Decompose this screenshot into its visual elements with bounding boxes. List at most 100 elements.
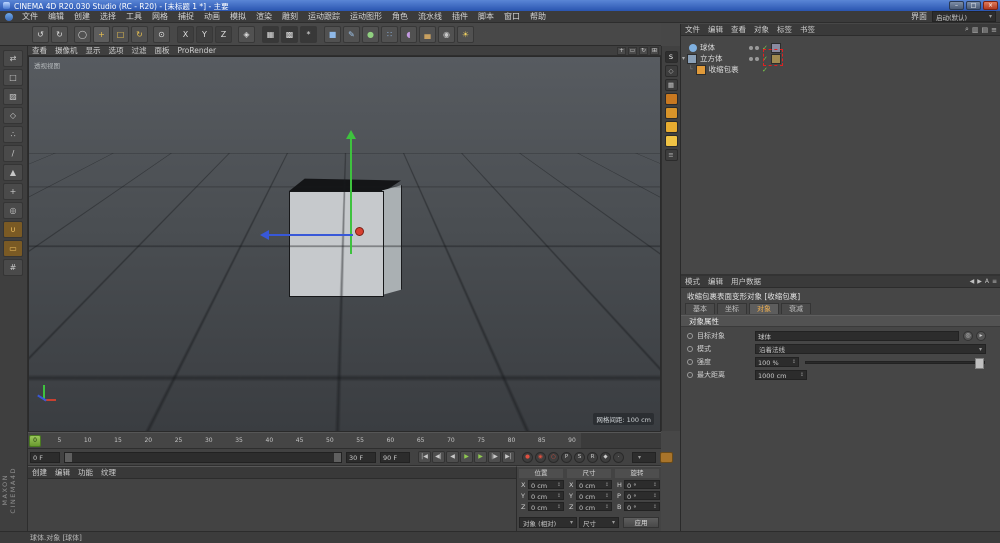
keyframe-circle-icon[interactable] <box>687 359 693 365</box>
maximize-button[interactable]: □ <box>966 1 981 10</box>
go-to-start-button[interactable]: |◀ <box>418 451 431 463</box>
y-axis-arrow[interactable] <box>350 139 352 254</box>
last-tool-used[interactable]: ⊙ <box>153 26 170 43</box>
rotation-key-toggle[interactable]: R <box>587 452 598 463</box>
layout-dropdown[interactable]: 启动(默认) ▾ <box>932 11 996 22</box>
render-picture-viewer-button[interactable]: ▩ <box>281 26 298 43</box>
keyframe-circle-icon[interactable] <box>687 346 693 352</box>
material-menu-item[interactable]: 功能 <box>74 467 97 478</box>
render-settings-button[interactable]: * <box>300 26 317 43</box>
timeline-options-icon[interactable] <box>660 452 673 463</box>
position-x-field[interactable]: 0 cm↕ <box>528 480 564 489</box>
expander-icon[interactable]: ▾ <box>682 55 685 62</box>
pen-spline-palette[interactable]: ✎ <box>343 26 360 43</box>
coordinate-system-toggle[interactable]: ◈ <box>238 26 255 43</box>
menu-item[interactable]: 帮助 <box>525 11 551 22</box>
start-frame-field[interactable]: 0 F <box>30 452 60 463</box>
pla-key-toggle[interactable]: · <box>613 452 624 463</box>
viewport-menu-item[interactable]: 面板 <box>151 45 174 56</box>
strength-field[interactable]: 100 %↕ <box>755 357 799 367</box>
assign-arrow-icon[interactable]: ▸ <box>976 331 986 341</box>
object-name[interactable]: 收缩包裹 <box>709 64 739 75</box>
rotate-tool[interactable]: ↻ <box>131 26 148 43</box>
timeline-ruler[interactable]: 051015202530354045505560657075808590 0 <box>28 432 661 449</box>
origin-handle[interactable] <box>355 227 364 236</box>
apply-button[interactable]: 应用 <box>623 517 659 528</box>
quantize-icon[interactable]: # <box>3 259 23 276</box>
previous-frame-button[interactable]: ◀ <box>446 451 459 463</box>
object-manager-menu-item[interactable]: 对象 <box>750 24 773 35</box>
layer-swatch[interactable] <box>665 93 678 105</box>
object-manager-menu-item[interactable]: 标签 <box>773 24 796 35</box>
floor-environment-palette[interactable]: ▄ <box>419 26 436 43</box>
z-axis-lock-button[interactable]: Z <box>215 26 232 43</box>
preview-range-slider[interactable] <box>64 452 342 463</box>
parameter-key-toggle[interactable]: ◆ <box>600 452 611 463</box>
object-row-cube[interactable]: ▾ 立方体 ✓ <box>681 53 1000 64</box>
tab-falloff[interactable]: 衰减 <box>781 303 811 314</box>
workplane-snap-icon[interactable]: ▭ <box>3 240 23 257</box>
side-tool-icon[interactable]: ≡ <box>665 149 678 161</box>
side-tool-icon[interactable]: ◇ <box>665 65 678 77</box>
add-cube-palette[interactable]: ■ <box>324 26 341 43</box>
texture-mode-icon[interactable]: ▨ <box>3 88 23 105</box>
layer-swatch[interactable] <box>665 135 678 147</box>
position-y-field[interactable]: 0 cm↕ <box>528 491 564 500</box>
render-view-button[interactable]: ▦ <box>262 26 279 43</box>
menu-item[interactable]: 选择 <box>95 11 121 22</box>
move-view-icon[interactable]: + <box>617 47 626 55</box>
enabled-check-icon[interactable]: ✓ <box>762 66 768 74</box>
menu-item[interactable]: 工具 <box>121 11 147 22</box>
viewport-menu-item[interactable]: ProRender <box>174 46 221 55</box>
enable-axis-icon[interactable]: + <box>3 183 23 200</box>
view-mode-icon[interactable]: ▤ <box>982 26 989 34</box>
array-generator-palette[interactable]: ∷ <box>381 26 398 43</box>
y-axis-lock-button[interactable]: Y <box>196 26 213 43</box>
end-frame-field[interactable]: 90 F <box>380 452 410 463</box>
scripts-badge[interactable]: S <box>665 51 678 63</box>
section-header[interactable]: 对象属性 <box>681 315 1000 327</box>
menu-item[interactable]: 创建 <box>69 11 95 22</box>
title-bar[interactable]: CINEMA 4D R20.030 Studio (RC - R20) - [未… <box>0 0 1000 11</box>
mode-dropdown[interactable]: 沿着法线 ▾ <box>755 344 986 354</box>
layer-swatch[interactable] <box>665 121 678 133</box>
keyframe-mode-dropdown[interactable]: ▾ <box>632 452 656 463</box>
menu-item[interactable]: 流水线 <box>413 11 447 22</box>
menu-item[interactable]: 角色 <box>387 11 413 22</box>
slider-handle[interactable] <box>975 358 984 369</box>
keyframe-circle-icon[interactable] <box>687 333 693 339</box>
object-tree[interactable]: 球体 ✓ ▾ 立方体 ✓ └ 收缩包裹 ✓ <box>681 36 1000 274</box>
object-picker-icon[interactable]: ◎ <box>963 331 973 341</box>
close-button[interactable]: × <box>983 1 998 10</box>
edges-mode-icon[interactable]: / <box>3 145 23 162</box>
side-tool-icon[interactable]: ▦ <box>665 79 678 91</box>
viewport-menu-item[interactable]: 过滤 <box>128 45 151 56</box>
menu-item[interactable]: 插件 <box>447 11 473 22</box>
camera-palette[interactable]: ◉ <box>438 26 455 43</box>
options-icon[interactable]: ≡ <box>991 26 997 34</box>
attribute-menu-item[interactable]: 模式 <box>681 276 704 287</box>
keyframe-selection-button[interactable]: ○ <box>548 452 559 463</box>
material-menu-item[interactable]: 纹理 <box>97 467 120 478</box>
history-forward-icon[interactable]: ▶ <box>977 278 982 285</box>
object-row-sphere[interactable]: 球体 ✓ <box>681 42 1000 53</box>
light-palette[interactable]: ☀ <box>457 26 474 43</box>
material-list-area[interactable] <box>28 478 516 531</box>
visibility-dot-icon[interactable] <box>749 57 753 61</box>
viewport-menu-item[interactable]: 摄像机 <box>51 45 82 56</box>
live-selection-tool[interactable]: ◯ <box>74 26 91 43</box>
polygons-mode-icon[interactable]: ▲ <box>3 164 23 181</box>
max-distance-field[interactable]: 1000 cm↕ <box>755 370 807 380</box>
record-keyframe-button[interactable]: ● <box>522 452 533 463</box>
visibility-dot-icon[interactable] <box>749 46 753 50</box>
size-z-field[interactable]: 0 cm↕ <box>576 502 612 511</box>
layer-swatch[interactable] <box>665 107 678 119</box>
x-axis-lock-button[interactable]: X <box>177 26 194 43</box>
autokeying-button[interactable]: ◉ <box>535 452 546 463</box>
menu-item[interactable]: 雕刻 <box>277 11 303 22</box>
undo-button[interactable]: ↺ <box>32 26 49 43</box>
enable-snap-icon[interactable]: ∪ <box>3 221 23 238</box>
minimize-button[interactable]: – <box>949 1 964 10</box>
visibility-dot-icon[interactable] <box>755 57 759 61</box>
object-name[interactable]: 立方体 <box>700 53 723 64</box>
